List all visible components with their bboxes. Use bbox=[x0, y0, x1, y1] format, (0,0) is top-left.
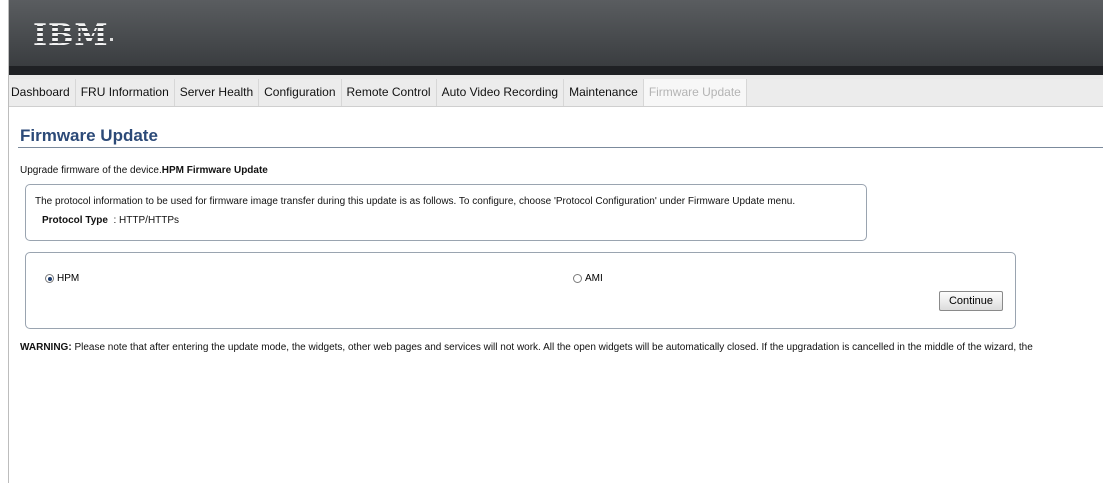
warning-message: WARNING: Please note that after entering… bbox=[20, 342, 1033, 353]
nav-maintenance[interactable]: Maintenance bbox=[564, 79, 644, 106]
firmware-type-box: HPM AMI Continue bbox=[25, 252, 1016, 329]
ami-radio[interactable] bbox=[573, 274, 582, 283]
nav-dashboard[interactable]: Dashboard bbox=[9, 79, 76, 106]
protocol-info-box: The protocol information to be used for … bbox=[25, 184, 867, 241]
hpm-option[interactable]: HPM bbox=[45, 273, 79, 284]
warning-text: Please note that after entering the upda… bbox=[71, 342, 1033, 353]
app-frame: IBM Dashboard FRU Information Server Hea… bbox=[8, 0, 1103, 483]
protocol-type-label: Protocol Type bbox=[42, 215, 108, 226]
hpm-radio[interactable] bbox=[45, 274, 54, 283]
nav-configuration[interactable]: Configuration bbox=[259, 79, 342, 106]
main-nav: Dashboard FRU Information Server Health … bbox=[9, 79, 1103, 107]
hpm-label: HPM bbox=[57, 273, 80, 284]
warning-label: WARNING: bbox=[20, 342, 72, 353]
ibm-logo: IBM bbox=[33, 18, 109, 53]
nav-auto-video-recording[interactable]: Auto Video Recording bbox=[437, 79, 565, 106]
continue-button[interactable]: Continue bbox=[939, 291, 1003, 311]
ami-option[interactable]: AMI bbox=[573, 273, 603, 284]
ami-label: AMI bbox=[585, 273, 603, 284]
nav-firmware-update[interactable]: Firmware Update bbox=[643, 79, 747, 106]
header-band bbox=[9, 66, 1103, 75]
nav-server-health[interactable]: Server Health bbox=[175, 79, 260, 106]
protocol-type-row: Protocol Type : HTTP/HTTPs bbox=[42, 215, 179, 226]
protocol-type-value: : HTTP/HTTPs bbox=[113, 215, 180, 226]
subtitle-text: Upgrade firmware of the device. bbox=[20, 165, 162, 176]
subtitle-bold: HPM Firmware Update bbox=[161, 165, 268, 176]
header-bar: IBM bbox=[9, 0, 1103, 66]
nav-fru-information[interactable]: FRU Information bbox=[76, 79, 175, 106]
page-subtitle: Upgrade firmware of the device.HPM Firmw… bbox=[20, 165, 268, 176]
logo-dot bbox=[110, 38, 113, 41]
protocol-info-text: The protocol information to be used for … bbox=[35, 196, 796, 207]
title-divider bbox=[18, 147, 1103, 148]
nav-remote-control[interactable]: Remote Control bbox=[342, 79, 437, 106]
page-title: Firmware Update bbox=[20, 126, 158, 145]
